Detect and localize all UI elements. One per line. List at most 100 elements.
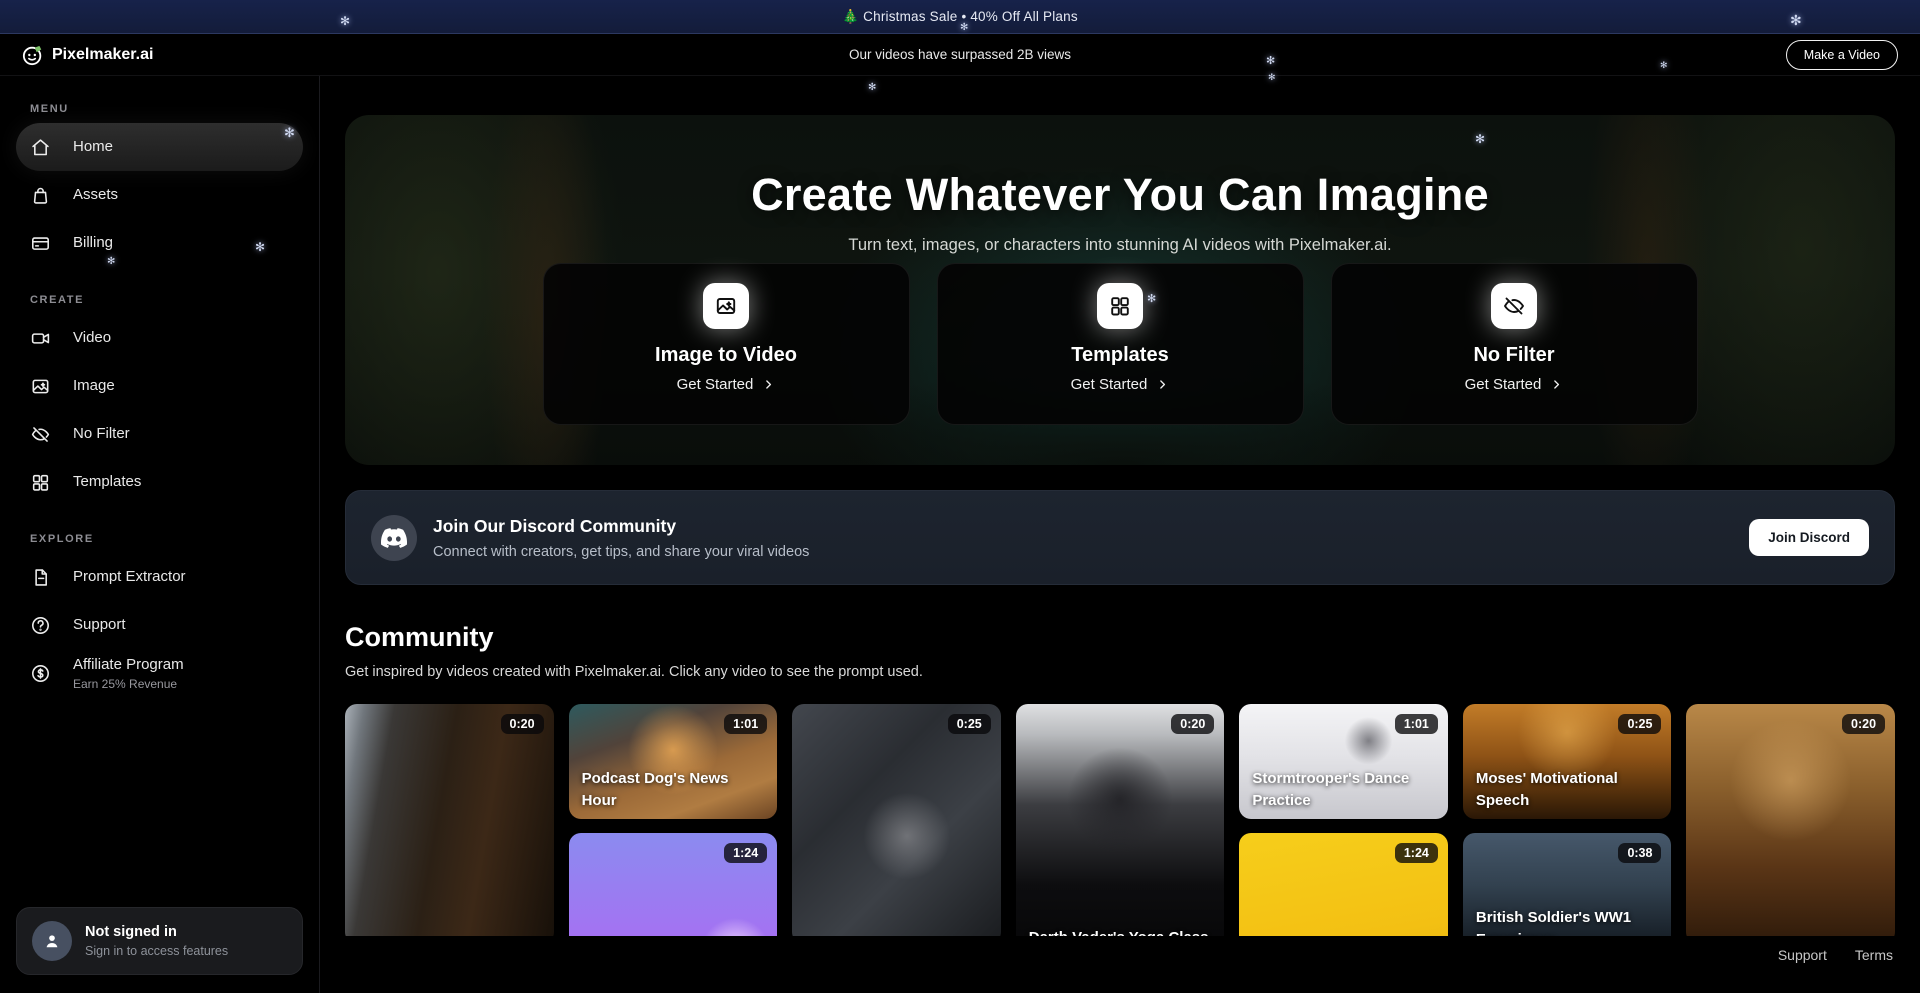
video-thumbnail[interactable]: 0:25 Moses' Motivational Speech [1463, 704, 1672, 819]
sidebar-item-label: Affiliate Program [73, 656, 184, 673]
make-a-video-button[interactable]: Make a Video [1786, 40, 1898, 70]
sidebar-section-label: CREATE [30, 294, 303, 306]
avatar [32, 921, 72, 961]
sidebar-item-label: Prompt Extractor [73, 568, 186, 585]
file-text-icon [30, 567, 51, 588]
footer-link-support[interactable]: Support [1778, 947, 1827, 963]
sidebar-item-label: Templates [73, 473, 141, 490]
sidebar-item-sublabel: Earn 25% Revenue [73, 677, 184, 691]
sidebar-item-label: No Filter [73, 425, 130, 442]
discord-icon [371, 515, 417, 561]
home-icon [30, 137, 51, 158]
video-column: 0:20Darth Vader's Yoga Class [1016, 704, 1225, 936]
hero-card-no-filter[interactable]: No Filter Get Started [1331, 263, 1698, 425]
signin-card[interactable]: Not signed in Sign in to access features [16, 907, 303, 975]
sidebar-item-assets[interactable]: Assets [16, 171, 303, 219]
hero-card-image-to-video[interactable]: Image to Video Get Started [543, 263, 910, 425]
sidebar-item-video[interactable]: Video [16, 314, 303, 362]
community-section: Community Get inspired by videos created… [345, 622, 1895, 680]
hero-subtitle: Turn text, images, or characters into st… [345, 236, 1895, 255]
chevron-right-icon [762, 378, 775, 391]
video-column: 1:01 Stormtrooper's Dance Practice 1:24 [1239, 704, 1448, 936]
video-thumbnail[interactable]: 1:01 Stormtrooper's Dance Practice [1239, 704, 1448, 819]
promo-banner-text: 🎄 Christmas Sale • 40% Off All Plans [842, 9, 1078, 25]
get-started-link[interactable]: Get Started [1071, 376, 1170, 393]
promo-banner: 🎄 Christmas Sale • 40% Off All Plans [0, 0, 1920, 34]
discord-subtitle: Connect with creators, get tips, and sha… [433, 544, 809, 560]
duration-badge: 0:25 [948, 714, 991, 734]
sidebar-item-home[interactable]: Home [16, 123, 303, 171]
video-thumbnail[interactable]: 0:20 [345, 704, 554, 936]
video-thumbnail[interactable]: 0:38British Soldier's WW1 Experience [1463, 833, 1672, 936]
sidebar-item-image[interactable]: Image [16, 362, 303, 410]
duration-badge: 0:20 [501, 714, 544, 734]
community-title: Community [345, 622, 1895, 653]
image-icon [30, 376, 51, 397]
video-title: British Soldier's WW1 Experience [1476, 907, 1659, 936]
filter-off-icon [30, 424, 51, 445]
sidebar-item-no-filter[interactable]: No Filter [16, 410, 303, 458]
sidebar-item-label: Image [73, 377, 115, 394]
sidebar-section-label: MENU [30, 103, 303, 115]
video-column: 0:20 [345, 704, 554, 936]
duration-badge: 1:01 [1395, 714, 1438, 734]
video-title: Podcast Dog's News Hour [582, 768, 765, 811]
get-started-link[interactable]: Get Started [1465, 376, 1564, 393]
video-title: Darth Vader's Yoga Class [1029, 927, 1212, 936]
duration-badge: 0:20 [1842, 714, 1885, 734]
video-thumbnail[interactable]: 0:20Darth Vader's Yoga Class [1016, 704, 1225, 936]
help-circle-icon [30, 615, 51, 636]
duration-badge: 0:25 [1618, 714, 1661, 734]
duration-badge: 1:24 [1395, 843, 1438, 863]
sidebar-item-label: Home [73, 138, 113, 155]
sidebar-item-support[interactable]: Support [16, 601, 303, 649]
person-icon [42, 931, 62, 951]
sidebar-item-label: Video [73, 329, 111, 346]
video-column: 0:20 [1686, 704, 1895, 936]
signin-subtitle: Sign in to access features [85, 944, 228, 958]
join-discord-button[interactable]: Join Discord [1749, 519, 1869, 556]
video-thumbnail[interactable]: 0:20 [1686, 704, 1895, 936]
sidebar-item-prompt-extractor[interactable]: Prompt Extractor [16, 553, 303, 601]
sidebar: MENU Home AssetsBilling CREATE Video Image No … [0, 76, 320, 993]
hero-title: Create Whatever You Can Imagine [345, 169, 1895, 221]
community-video-grid: 0:201:01Podcast Dog's News Hour1:240:250… [345, 704, 1895, 936]
video-thumbnail[interactable]: 1:01Podcast Dog's News Hour [569, 704, 778, 819]
chevron-right-icon [1156, 378, 1169, 391]
credit-card-icon [30, 233, 51, 254]
duration-badge: 1:24 [724, 843, 767, 863]
video-column: 1:01Podcast Dog's News Hour 1:24 [569, 704, 778, 936]
footer: Support Terms [345, 936, 1895, 974]
hero-section: Create Whatever You Can Imagine Turn tex… [345, 115, 1895, 465]
header-tagline: Our videos have surpassed 2B views [849, 47, 1071, 62]
dollar-circle-icon [30, 663, 51, 684]
filter-off-icon [1491, 283, 1537, 329]
sidebar-item-affiliate-program[interactable]: Affiliate Program Earn 25% Revenue [16, 649, 303, 697]
video-thumbnail[interactable]: 1:24 [1239, 833, 1448, 936]
logo-icon [22, 44, 44, 66]
bag-icon [30, 185, 51, 206]
sidebar-item-templates[interactable]: Templates [16, 458, 303, 506]
grid-icon [1097, 283, 1143, 329]
signin-title: Not signed in [85, 924, 228, 940]
grid-icon [30, 472, 51, 493]
video-thumbnail[interactable]: 0:25 [792, 704, 1001, 936]
video-thumbnail[interactable]: 1:24 [569, 833, 778, 936]
main-content: Create Whatever You Can Imagine Turn tex… [320, 76, 1920, 993]
sidebar-section-label: EXPLORE [30, 533, 303, 545]
hero-card-templates[interactable]: Templates Get Started [937, 263, 1304, 425]
logo-text: Pixelmaker.ai [52, 46, 153, 64]
hero-card-title: Templates [1071, 344, 1168, 367]
video-camera-icon [30, 328, 51, 349]
logo[interactable]: Pixelmaker.ai [22, 44, 153, 66]
video-column: 0:25 [792, 704, 1001, 936]
get-started-link[interactable]: Get Started [677, 376, 776, 393]
image-icon [703, 283, 749, 329]
video-title: Moses' Motivational Speech [1476, 768, 1659, 811]
footer-link-terms[interactable]: Terms [1855, 947, 1893, 963]
hero-card-title: No Filter [1473, 344, 1554, 367]
hero-card-title: Image to Video [655, 344, 797, 367]
sidebar-item-billing[interactable]: Billing [16, 219, 303, 267]
app-header: Pixelmaker.ai Our videos have surpassed … [0, 34, 1920, 76]
video-title: Stormtrooper's Dance Practice [1252, 768, 1435, 811]
